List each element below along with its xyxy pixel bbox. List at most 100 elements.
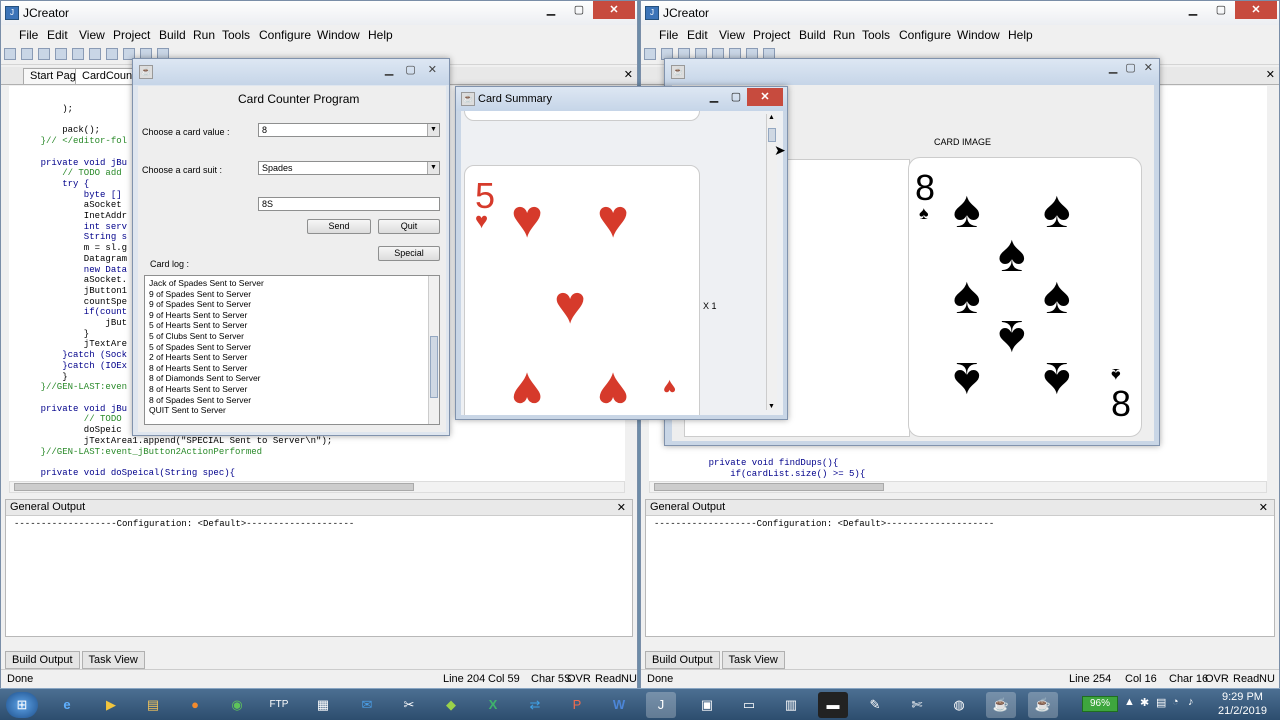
virtualbox-icon[interactable]: ▣ bbox=[692, 692, 722, 718]
chrome-icon[interactable]: ◉ bbox=[222, 692, 252, 718]
excel-icon[interactable]: X bbox=[478, 692, 508, 718]
copy-icon[interactable] bbox=[89, 48, 101, 60]
snipping-tool-icon[interactable]: ✄ bbox=[902, 692, 932, 718]
quit-button[interactable]: Quit bbox=[378, 219, 440, 234]
menu-file[interactable]: File bbox=[19, 28, 38, 42]
card-log-textarea[interactable]: Jack of Spades Sent to Server 9 of Spades… bbox=[144, 275, 440, 425]
horizontal-scrollbar[interactable] bbox=[9, 481, 625, 493]
minimize-button[interactable]: ▁ bbox=[1109, 61, 1117, 74]
cut-icon[interactable] bbox=[72, 48, 84, 60]
menu-window[interactable]: Window bbox=[317, 28, 360, 42]
menu-help[interactable]: Help bbox=[1008, 28, 1033, 42]
maximize-button[interactable]: ▢ bbox=[1125, 61, 1135, 74]
scroll-thumb[interactable] bbox=[654, 483, 884, 491]
close-tab-icon[interactable]: ✕ bbox=[624, 68, 633, 81]
menu-project[interactable]: Project bbox=[113, 28, 150, 42]
card-value-select[interactable]: 8 ▼ bbox=[258, 123, 440, 137]
bluetooth-icon[interactable]: ✱ bbox=[1140, 696, 1149, 709]
menu-tools[interactable]: Tools bbox=[222, 28, 250, 42]
clock-date[interactable]: 21/2/2019 bbox=[1218, 705, 1267, 717]
java-taskbar-icon[interactable]: ☕ bbox=[1028, 692, 1058, 718]
close-button[interactable]: ✕ bbox=[1235, 1, 1277, 19]
card-code-field[interactable]: 8S bbox=[258, 197, 440, 211]
wifi-icon[interactable]: ◔ bbox=[1172, 696, 1179, 708]
menu-configure[interactable]: Configure bbox=[899, 28, 951, 42]
open-icon[interactable] bbox=[21, 48, 33, 60]
save-all-icon[interactable] bbox=[55, 48, 67, 60]
menu-view[interactable]: View bbox=[719, 28, 745, 42]
special-button[interactable]: Special bbox=[378, 246, 440, 261]
apps-grid-icon[interactable]: ▦ bbox=[308, 692, 338, 718]
close-button[interactable]: ✕ bbox=[593, 1, 635, 19]
chevron-down-icon[interactable]: ▼ bbox=[427, 124, 439, 136]
close-button[interactable]: ✕ bbox=[428, 63, 437, 76]
powerpoint-icon[interactable]: P bbox=[562, 692, 592, 718]
firefox-icon[interactable]: ● bbox=[180, 692, 210, 718]
scroll-down-icon[interactable]: ▼ bbox=[768, 403, 775, 410]
maximize-button[interactable]: ▢ bbox=[725, 88, 747, 106]
menu-view[interactable]: View bbox=[79, 28, 105, 42]
java-taskbar-icon[interactable]: ☕ bbox=[986, 692, 1016, 718]
tab-build-output[interactable]: Build Output bbox=[645, 651, 720, 669]
save-icon[interactable] bbox=[38, 48, 50, 60]
menu-tools[interactable]: Tools bbox=[862, 28, 890, 42]
menu-build[interactable]: Build bbox=[159, 28, 186, 42]
obs-icon[interactable]: ◍ bbox=[944, 692, 974, 718]
vertical-scrollbar[interactable] bbox=[428, 276, 439, 424]
word-icon[interactable]: W bbox=[604, 692, 634, 718]
maximize-button[interactable]: ▢ bbox=[1207, 1, 1235, 19]
menu-run[interactable]: Run bbox=[193, 28, 215, 42]
new-file-icon[interactable] bbox=[4, 48, 16, 60]
menu-edit[interactable]: Edit bbox=[47, 28, 68, 42]
notepad-icon[interactable]: ▭ bbox=[734, 692, 764, 718]
file-explorer-icon[interactable]: ▤ bbox=[138, 692, 168, 718]
menu-build[interactable]: Build bbox=[799, 28, 826, 42]
scroll-up-icon[interactable]: ▲ bbox=[768, 114, 775, 121]
internet-explorer-icon[interactable]: e bbox=[52, 692, 82, 718]
tab-task-view[interactable]: Task View bbox=[81, 651, 145, 669]
minimize-button[interactable]: ▁ bbox=[537, 1, 565, 19]
clock-time[interactable]: 9:29 PM bbox=[1222, 691, 1263, 703]
menu-help[interactable]: Help bbox=[368, 28, 393, 42]
start-button-icon[interactable]: ⊞ bbox=[6, 692, 38, 718]
menu-project[interactable]: Project bbox=[753, 28, 790, 42]
minimize-button[interactable]: ▁ bbox=[385, 63, 393, 76]
close-button[interactable]: ✕ bbox=[1144, 61, 1153, 74]
ftp-icon[interactable]: FTP bbox=[264, 692, 294, 718]
maximize-button[interactable]: ▢ bbox=[405, 63, 415, 76]
battery-indicator[interactable]: 96% bbox=[1082, 696, 1118, 712]
menu-edit[interactable]: Edit bbox=[687, 28, 708, 42]
paint-icon[interactable]: ✎ bbox=[860, 692, 890, 718]
outlook-icon[interactable]: ✉ bbox=[352, 692, 382, 718]
close-panel-icon[interactable]: ✕ bbox=[617, 501, 626, 514]
menu-configure[interactable]: Configure bbox=[259, 28, 311, 42]
minimize-button[interactable]: ▁ bbox=[703, 88, 725, 106]
scroll-thumb[interactable] bbox=[14, 483, 414, 491]
menu-run[interactable]: Run bbox=[833, 28, 855, 42]
chevron-down-icon[interactable]: ▼ bbox=[427, 162, 439, 174]
horizontal-scrollbar[interactable] bbox=[649, 481, 1267, 493]
command-prompt-icon[interactable]: ▬ bbox=[818, 692, 848, 718]
tools-icon[interactable]: ✂ bbox=[394, 692, 424, 718]
network-icon[interactable]: ▤ bbox=[1156, 696, 1166, 709]
show-hidden-icons-icon[interactable]: ▲ bbox=[1124, 696, 1135, 708]
menu-window[interactable]: Window bbox=[957, 28, 1000, 42]
android-studio-icon[interactable]: ◆ bbox=[436, 692, 466, 718]
media-player-icon[interactable]: ▶ bbox=[96, 692, 126, 718]
close-panel-icon[interactable]: ✕ bbox=[1259, 501, 1268, 514]
close-tab-icon[interactable]: ✕ bbox=[1266, 68, 1275, 81]
maximize-button[interactable]: ▢ bbox=[565, 1, 593, 19]
teamviewer-icon[interactable]: ⇄ bbox=[520, 692, 550, 718]
jcreator-taskbar-icon[interactable]: J bbox=[646, 692, 676, 718]
send-button[interactable]: Send bbox=[307, 219, 371, 234]
new-file-icon[interactable] bbox=[644, 48, 656, 60]
scroll-thumb[interactable] bbox=[768, 128, 776, 142]
tab-task-view[interactable]: Task View bbox=[721, 651, 785, 669]
menu-file[interactable]: File bbox=[659, 28, 678, 42]
close-button[interactable]: ✕ bbox=[747, 88, 783, 106]
paste-icon[interactable] bbox=[106, 48, 118, 60]
calculator-icon[interactable]: ▥ bbox=[776, 692, 806, 718]
tab-build-output[interactable]: Build Output bbox=[5, 651, 80, 669]
card-suit-select[interactable]: Spades ▼ bbox=[258, 161, 440, 175]
scroll-thumb[interactable] bbox=[430, 336, 438, 398]
